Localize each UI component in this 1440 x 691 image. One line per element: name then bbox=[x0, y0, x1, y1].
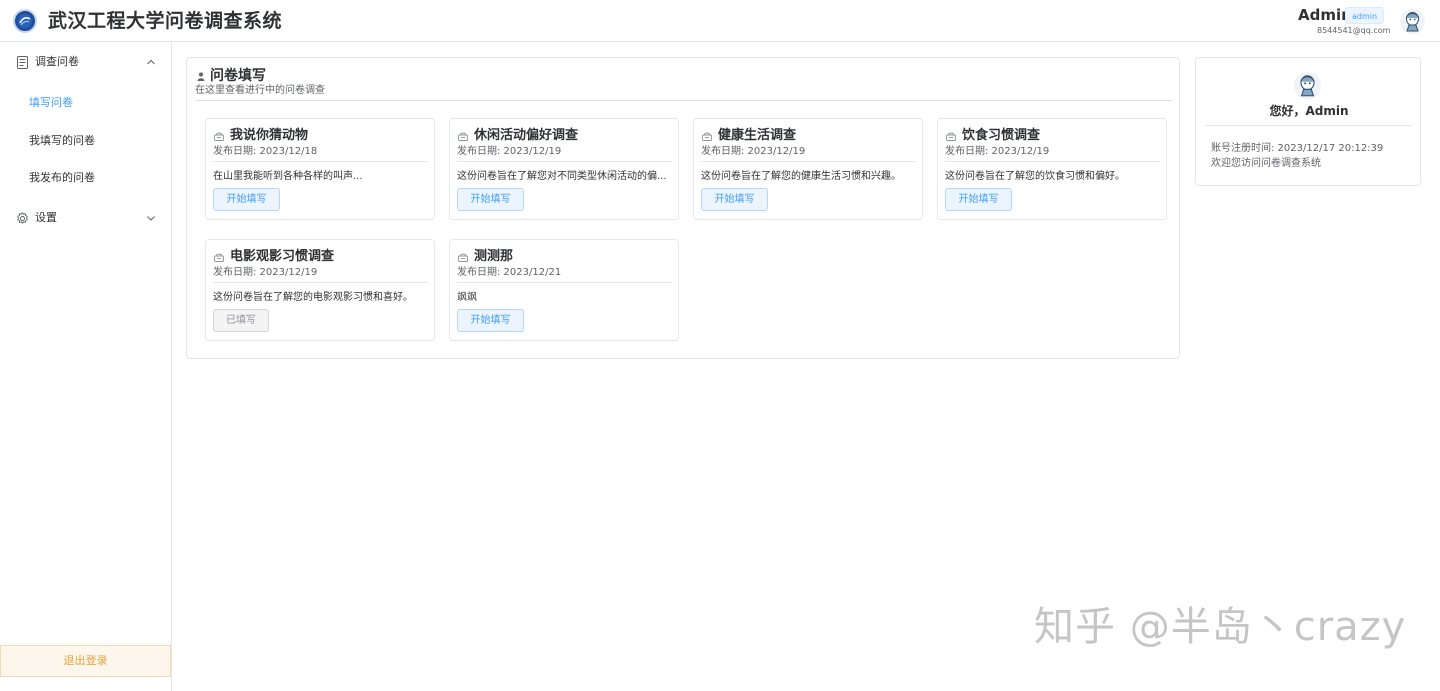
survey-card: 测测那 发布日期: 2023/12/21 飒飒 开始填写 bbox=[449, 239, 679, 341]
sidebar-item-label: 填写问卷 bbox=[29, 96, 73, 109]
survey-card: 饮食习惯调查 发布日期: 2023/12/19 这份问卷旨在了解您的饮食习惯和偏… bbox=[937, 118, 1167, 220]
survey-divider bbox=[213, 161, 428, 162]
sidebar-group-surveys[interactable]: 调查问卷 bbox=[0, 42, 171, 82]
sidebar-item-fill-survey[interactable]: 填写问卷 bbox=[0, 85, 171, 121]
survey-date: 发布日期: 2023/12/18 bbox=[213, 146, 318, 157]
user-icon bbox=[197, 72, 205, 81]
survey-divider bbox=[457, 161, 672, 162]
university-logo-icon bbox=[13, 9, 37, 33]
sidebar-group-label: 调查问卷 bbox=[35, 55, 79, 68]
logout-button[interactable]: 退出登录 bbox=[0, 645, 171, 677]
user-name: Admin bbox=[1298, 6, 1352, 24]
survey-title: 饮食习惯调查 bbox=[962, 128, 1041, 143]
profile-divider bbox=[1205, 125, 1412, 126]
top-header: 武汉工程大学问卷调查系统 Admin admin 8544541@qq.com bbox=[0, 0, 1440, 42]
sidebar-item-my-published[interactable]: 我发布的问卷 bbox=[0, 160, 171, 196]
survey-title: 测测那 bbox=[474, 249, 514, 264]
survey-card: 休闲活动偏好调查 发布日期: 2023/12/19 这份问卷旨在了解您对不同类型… bbox=[449, 118, 679, 220]
survey-icon bbox=[946, 132, 956, 141]
survey-icon bbox=[214, 132, 224, 141]
survey-description: 在山里我能听到各种各样的叫声... bbox=[213, 171, 363, 182]
start-fill-button[interactable]: 开始填写 bbox=[457, 309, 524, 332]
document-icon bbox=[17, 56, 28, 69]
survey-description: 这份问卷旨在了解您的健康生活习惯和兴趣。 bbox=[701, 171, 901, 182]
watermark-text: 知乎 @半岛丶crazy bbox=[1034, 604, 1407, 650]
survey-divider bbox=[945, 161, 1160, 162]
profile-greeting: 您好，Admin bbox=[1269, 104, 1349, 118]
avatar-icon bbox=[1406, 12, 1419, 32]
survey-divider bbox=[213, 282, 428, 283]
survey-card: 电影观影习惯调查 发布日期: 2023/12/19 这份问卷旨在了解您的电影观影… bbox=[205, 239, 435, 341]
sidebar-item-my-filled[interactable]: 我填写的问卷 bbox=[0, 123, 171, 159]
survey-icon bbox=[458, 132, 468, 141]
survey-divider bbox=[701, 161, 916, 162]
survey-panel: 问卷填写 在这里查看进行中的问卷调查 我说你猜动物 发布日期: 2023/12/… bbox=[186, 57, 1180, 359]
sidebar: 调查问卷 填写问卷 我填写的问卷 我发布的问卷 设置 退出登录 bbox=[0, 42, 172, 691]
user-email: 8544541@qq.com bbox=[1317, 26, 1391, 35]
survey-title: 电影观影习惯调查 bbox=[230, 249, 335, 264]
survey-date: 发布日期: 2023/12/21 bbox=[457, 267, 562, 278]
sidebar-group-label: 设置 bbox=[35, 211, 57, 224]
app-root: 武汉工程大学问卷调查系统 Admin admin 8544541@qq.com … bbox=[0, 0, 1440, 691]
survey-description: 这份问卷旨在了解您对不同类型休闲活动的偏... bbox=[457, 171, 667, 182]
survey-divider bbox=[457, 282, 672, 283]
already-filled-button[interactable]: 已填写 bbox=[213, 309, 269, 332]
survey-title: 健康生活调查 bbox=[718, 128, 797, 143]
survey-icon bbox=[702, 132, 712, 141]
survey-description: 这份问卷旨在了解您的电影观影习惯和喜好。 bbox=[213, 292, 413, 303]
survey-icon bbox=[458, 253, 468, 262]
profile-avatar bbox=[1294, 72, 1321, 99]
survey-date: 发布日期: 2023/12/19 bbox=[457, 146, 562, 157]
user-avatar[interactable] bbox=[1400, 9, 1425, 34]
register-time: 账号注册时间: 2023/12/17 20:12:39 bbox=[1211, 143, 1384, 154]
survey-title: 我说你猜动物 bbox=[230, 128, 309, 143]
survey-card: 我说你猜动物 发布日期: 2023/12/18 在山里我能听到各种各样的叫声..… bbox=[205, 118, 435, 220]
panel-title: 问卷填写 bbox=[210, 68, 266, 84]
survey-description: 这份问卷旨在了解您的饮食习惯和偏好。 bbox=[945, 171, 1125, 182]
app-title: 武汉工程大学问卷调查系统 bbox=[48, 10, 283, 32]
sidebar-item-label: 我填写的问卷 bbox=[29, 134, 95, 147]
survey-card: 健康生活调查 发布日期: 2023/12/19 这份问卷旨在了解您的健康生活习惯… bbox=[693, 118, 923, 220]
survey-date: 发布日期: 2023/12/19 bbox=[945, 146, 1050, 157]
start-fill-button[interactable]: 开始填写 bbox=[701, 188, 768, 211]
gear-icon bbox=[17, 212, 28, 224]
survey-date: 发布日期: 2023/12/19 bbox=[213, 267, 318, 278]
avatar-icon bbox=[1300, 75, 1315, 97]
survey-date: 发布日期: 2023/12/19 bbox=[701, 146, 806, 157]
sidebar-item-label: 我发布的问卷 bbox=[29, 171, 95, 184]
user-role-badge: admin bbox=[1345, 7, 1385, 24]
chevron-up-icon bbox=[147, 59, 155, 65]
welcome-text: 欢迎您访问问卷调查系统 bbox=[1211, 158, 1321, 169]
panel-divider bbox=[195, 100, 1172, 101]
start-fill-button[interactable]: 开始填写 bbox=[945, 188, 1012, 211]
chevron-down-icon bbox=[147, 216, 155, 221]
profile-card: 您好，Admin 账号注册时间: 2023/12/17 20:12:39 欢迎您… bbox=[1195, 57, 1421, 186]
start-fill-button[interactable]: 开始填写 bbox=[213, 188, 280, 211]
panel-subtitle: 在这里查看进行中的问卷调查 bbox=[195, 85, 325, 96]
sidebar-group-settings[interactable]: 设置 bbox=[0, 198, 171, 238]
start-fill-button[interactable]: 开始填写 bbox=[457, 188, 524, 211]
survey-icon bbox=[214, 253, 224, 262]
survey-description: 飒飒 bbox=[457, 292, 477, 303]
survey-title: 休闲活动偏好调查 bbox=[474, 128, 579, 143]
